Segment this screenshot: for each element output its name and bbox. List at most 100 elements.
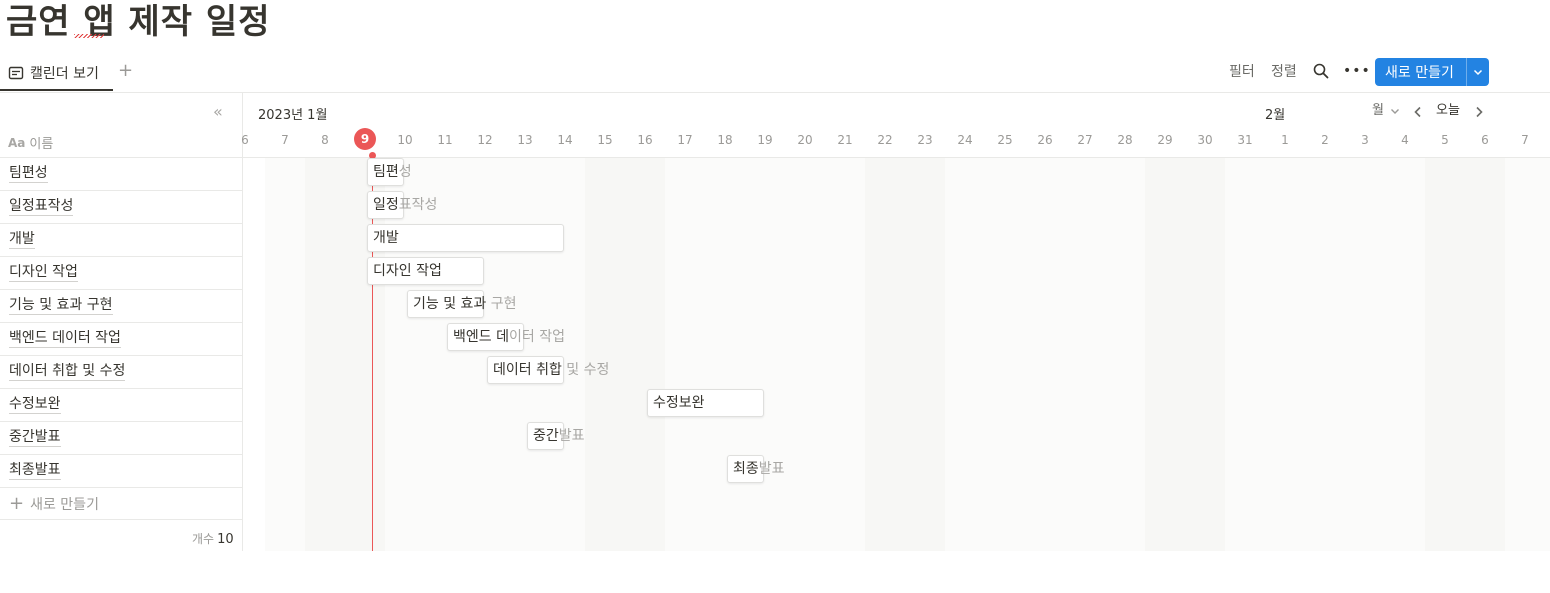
day-number: 20 (797, 133, 813, 147)
task-bar-label-visible: 백엔드 데 (453, 329, 509, 345)
chevron-right-icon[interactable] (1474, 106, 1484, 118)
table-row[interactable]: 개발 (0, 223, 242, 256)
row-count-label: 개수 (192, 532, 215, 546)
task-bar-label: 디자인 작업 (373, 257, 442, 285)
scale-select[interactable]: 월 (1372, 103, 1400, 119)
day-number: 10 (397, 133, 413, 147)
day-column (1425, 158, 1465, 551)
day-column (585, 158, 625, 551)
day-number: 26 (1037, 133, 1053, 147)
day-number: 17 (677, 133, 693, 147)
day-column (1265, 158, 1305, 551)
day-column (1105, 158, 1145, 551)
spellcheck-underline (74, 34, 104, 38)
row-name: 중간발표 (9, 429, 61, 447)
day-number: 1 (1281, 133, 1289, 147)
day-number: 23 (917, 133, 933, 147)
day-number: 27 (1077, 133, 1093, 147)
day-column (505, 158, 545, 551)
task-bar-label: 백엔드 데이터 작업 (453, 323, 565, 351)
task-bar-label: 최종발표 (733, 455, 785, 483)
day-column (265, 158, 305, 551)
add-row-button[interactable]: + 새로 만들기 (0, 487, 242, 520)
plus-icon[interactable]: + (118, 61, 133, 81)
row-name: 데이터 취합 및 수정 (9, 363, 126, 381)
sort-button[interactable]: 정렬 (1271, 62, 1297, 82)
table-row[interactable]: 백엔드 데이터 작업 (0, 322, 242, 355)
active-tab-indicator (0, 89, 113, 91)
filter-button[interactable]: 필터 (1229, 62, 1255, 82)
table-row[interactable]: 데이터 취합 및 수정 (0, 355, 242, 388)
row-count-value: 10 (217, 532, 234, 547)
next-month-label: 2월 (1265, 108, 1286, 123)
day-column (1025, 158, 1065, 551)
chevron-down-icon[interactable] (1467, 67, 1489, 77)
today-button[interactable]: 오늘 (1436, 103, 1460, 119)
task-bar-label-visible: 중간 (533, 428, 559, 444)
chevron-down-icon (1391, 108, 1400, 114)
table-row[interactable]: 수정보완 (0, 388, 242, 421)
tab-calendar-view[interactable]: 캘린더 보기 (8, 60, 99, 86)
day-number: 14 (557, 133, 573, 147)
day-column (625, 158, 665, 551)
task-bar-label-overflow: 발표 (758, 461, 785, 477)
collapse-icon[interactable]: « (213, 104, 223, 120)
day-column (1225, 158, 1265, 551)
task-bar-label-visible: 개발 (373, 230, 399, 246)
table-row[interactable]: 일정표작성 (0, 190, 242, 223)
chevron-left-icon[interactable] (1413, 106, 1423, 118)
task-bar-label: 기능 및 효과 구현 (413, 290, 517, 318)
day-number: 19 (757, 133, 773, 147)
today-marker[interactable]: 9 (354, 128, 376, 150)
page-title[interactable]: 금연 앱 제작 일정 (6, 0, 270, 44)
name-column-header[interactable]: Aa 이름 (8, 133, 54, 153)
row-name: 일정표작성 (9, 198, 74, 216)
task-bar-label: 개발 (373, 224, 399, 252)
day-column (1385, 158, 1425, 551)
day-column (985, 158, 1025, 551)
add-row-label: 새로 만들기 (30, 496, 99, 513)
day-column (1065, 158, 1105, 551)
row-name: 기능 및 효과 구현 (9, 297, 113, 315)
more-icon[interactable]: ••• (1343, 64, 1371, 78)
task-bar-label: 일정표작성 (373, 191, 437, 219)
row-name: 디자인 작업 (9, 264, 78, 282)
table-row[interactable]: 기능 및 효과 구현 (0, 289, 242, 322)
new-button[interactable]: 새로 만들기 (1375, 58, 1489, 86)
table-row[interactable]: 최종발표 (0, 454, 242, 487)
new-button-label: 새로 만들기 (1385, 65, 1454, 81)
day-number: 18 (717, 133, 733, 147)
day-column (865, 158, 905, 551)
day-number: 24 (957, 133, 973, 147)
day-column (1465, 158, 1505, 551)
table-row[interactable]: 디자인 작업 (0, 256, 242, 289)
day-column (945, 158, 985, 551)
task-bar-label-visible: 팀편 (373, 164, 399, 180)
day-number: 15 (597, 133, 613, 147)
task-bar-label-visible: 일정 (373, 197, 399, 213)
day-number: 25 (997, 133, 1013, 147)
day-number: 8 (321, 133, 329, 147)
task-bar-label-overflow: 표작성 (398, 197, 438, 213)
timeline-area[interactable] (243, 158, 1550, 551)
row-name: 수정보완 (9, 396, 61, 414)
day-number: 29 (1157, 133, 1173, 147)
search-icon[interactable] (1313, 63, 1329, 79)
day-number: 12 (477, 133, 493, 147)
task-bar-label: 중간발표 (533, 422, 585, 450)
scale-select-label: 월 (1372, 103, 1384, 118)
day-column (1345, 158, 1385, 551)
task-bar-label-overflow: 발표 (558, 428, 585, 444)
day-column (465, 158, 505, 551)
row-name: 개발 (9, 231, 35, 249)
day-column (1305, 158, 1345, 551)
table-row[interactable]: 팀편성 (0, 157, 242, 190)
task-bar-label: 팀편성 (373, 158, 412, 186)
day-number: 4 (1401, 133, 1409, 147)
name-column-label: 이름 (29, 137, 54, 152)
task-bar-label: 수정보완 (653, 389, 705, 417)
day-number: 22 (877, 133, 893, 147)
table-row[interactable]: 중간발표 (0, 421, 242, 454)
tab-calendar-view-label: 캘린더 보기 (30, 66, 99, 82)
day-column (665, 158, 705, 551)
